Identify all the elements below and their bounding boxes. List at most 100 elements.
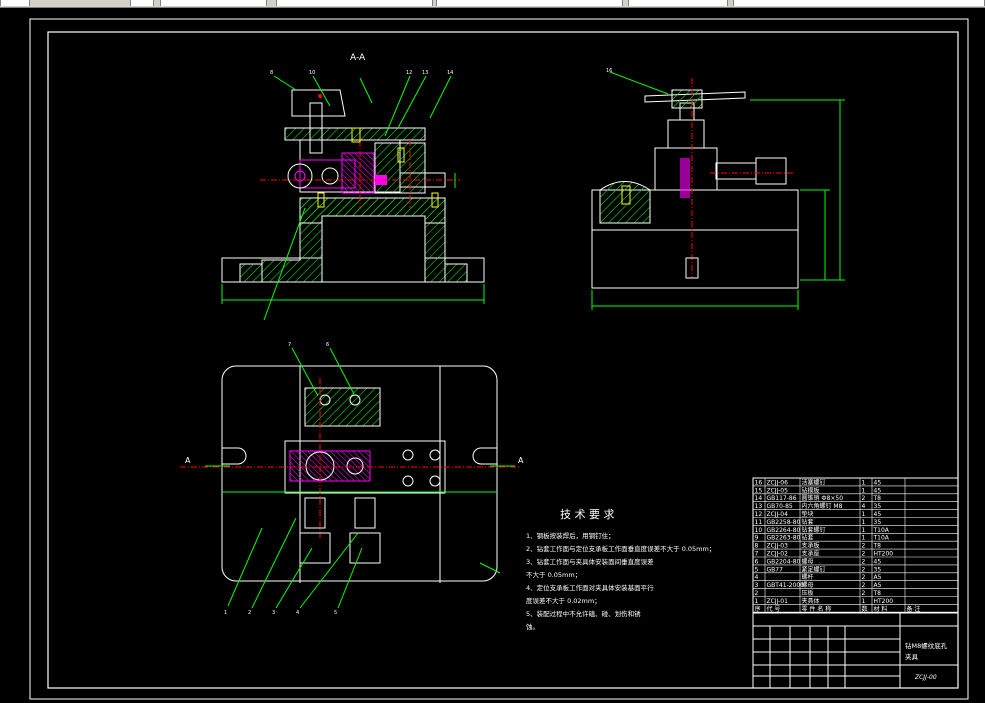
bom-cell-mat: HT200 — [874, 598, 894, 605]
bom-cell-qty: 2 — [862, 582, 866, 589]
bom-cell-no: 10 — [755, 527, 763, 534]
drawing-title-line2: 夹具 — [905, 652, 919, 661]
toolbar-field[interactable] — [276, 0, 433, 6]
front-section-view[interactable]: A-A 8 10 12 13 14 — [221, 53, 485, 321]
callout-16: 16 — [606, 68, 612, 74]
bom-header-cell: 材 料 — [874, 605, 888, 613]
bom-cell-qty: 2 — [862, 551, 866, 558]
bom-cell-mat: 45 — [874, 511, 882, 518]
bom-header-cell: 序 — [755, 605, 761, 613]
callout-12: 12 — [406, 70, 412, 76]
bom-cell-no: 9 — [755, 535, 759, 542]
bom-cell-qty: 2 — [862, 558, 866, 565]
bom-cell-qty: 1 — [862, 527, 866, 534]
bom-cell-mat: A5 — [874, 582, 882, 589]
cut-label-right: A — [518, 456, 524, 465]
bom-cell-name: 紧定螺钉 — [802, 565, 826, 573]
callout-5: 5 — [334, 610, 337, 616]
toolbar-field[interactable] — [160, 0, 267, 6]
bom-cell-no: 5 — [755, 566, 759, 573]
callout-8: 8 — [270, 70, 273, 76]
bom-cell-code: GB70-85 — [767, 503, 793, 510]
bom-cell-code: GB2204-80 — [767, 558, 801, 565]
callout-2: 2 — [248, 610, 251, 616]
bom-cell-qty: 2 — [862, 495, 866, 502]
bom-cell-code: ZCJJ-05 — [767, 487, 789, 494]
plan-view[interactable]: A A 1 2 3 4 5 6 7 — [180, 342, 524, 616]
bom-cell-no: 8 — [755, 543, 759, 550]
toolbar-field[interactable] — [130, 0, 154, 6]
callout-6: 6 — [326, 342, 329, 348]
bom-cell-no: 1 — [755, 598, 759, 605]
bom-cell-no: 15 — [755, 487, 763, 494]
bom-cell-qty: 1 — [862, 511, 866, 518]
bom-cell-no: 4 — [755, 574, 759, 581]
bom-cell-name: 压板 — [802, 589, 814, 597]
bom-cell-no: 6 — [755, 558, 759, 565]
bom-cell-no: 16 — [755, 479, 763, 486]
bom-cell-name: 支承板 — [802, 542, 820, 550]
tech-note-4: 不大于 0.05mm； — [526, 570, 581, 579]
toolbar-field[interactable] — [436, 0, 623, 6]
cad-drawing-area[interactable]: A-A 8 10 12 13 14 16 A A 1 2 3 4 5 6 7 技… — [0, 8, 985, 703]
bom-cell-qty: 1 — [862, 479, 866, 486]
drawing-title-line1: 钻M8螺纹底孔 — [905, 641, 948, 650]
bom-cell-no: 13 — [755, 503, 763, 510]
callout-1: 1 — [224, 610, 227, 616]
toolbar-field[interactable] — [733, 0, 985, 6]
bom-cell-mat: T8 — [873, 495, 882, 502]
tech-title: 技 术 要 求 — [560, 508, 615, 521]
bom-cell-code: GB2263-80 — [767, 535, 801, 542]
bom-cell-code: GB2258-80 — [767, 519, 801, 526]
bom-cell-no: 14 — [755, 495, 763, 502]
bom-cell-no: 2 — [755, 590, 759, 597]
bom-cell-code: GBT41-2000 — [767, 582, 805, 589]
cut-label-left: A — [185, 456, 191, 465]
callout-10: 10 — [309, 70, 315, 76]
bom-cell-name: 圆锥销 Ф8×50 — [802, 494, 844, 502]
bom-cell-name: 钻模板 — [802, 486, 820, 494]
bom-cell-code: ZCJJ-03 — [767, 543, 789, 550]
bom-cell-mat: 35 — [874, 519, 882, 526]
bom-cell-mat: T10A — [873, 527, 890, 534]
bom-cell-qty: 1 — [862, 535, 866, 542]
tech-note-8: 蚀。 — [526, 622, 539, 631]
bom-cell-name: 钻套 — [802, 534, 814, 542]
bom-cell-code: ZCJJ-02 — [767, 551, 789, 558]
bom-cell-qty: 2 — [862, 574, 866, 581]
technical-requirements: 技 术 要 求 1、钢板按装焊后，用钢钉住； 2、钻套工作面与定位支承板工作面垂… — [526, 508, 715, 631]
bom-cell-qty: 1 — [862, 598, 866, 605]
bom-cell-mat: HT200 — [874, 551, 894, 558]
bom-cell-name: 钻套螺钉 — [802, 526, 826, 534]
bom-cell-code: ZCJJ-04 — [767, 511, 789, 518]
bom-cell-name: 螺杆 — [802, 573, 814, 581]
callout-4: 4 — [296, 610, 299, 616]
bom-cell-qty: 1 — [862, 519, 866, 526]
bom-cell-mat: T8 — [873, 543, 882, 550]
bom-cell-name: 内六角螺钉 M8 — [802, 502, 843, 510]
title-block[interactable]: 钻M8螺纹底孔 夹具 ZCJJ-00 — [752, 612, 959, 689]
bom-cell-mat: 35 — [874, 503, 882, 510]
bom-cell-name: 活塞螺钉 — [802, 478, 826, 486]
bom-cell-mat: A5 — [874, 574, 882, 581]
callout-7: 7 — [288, 342, 291, 348]
bom-cell-mat: T8 — [873, 590, 882, 597]
bom-cell-qty: 2 — [862, 543, 866, 550]
callout-13: 13 — [422, 70, 428, 76]
bom-cell-code: ZCJJ-06 — [767, 479, 789, 486]
drawing-number: ZCJJ-00 — [914, 674, 937, 681]
toolbar-field[interactable] — [628, 0, 728, 6]
bom-cell-name: 螺母 — [802, 557, 814, 565]
bom-header-cell: 数 — [862, 605, 868, 613]
bill-of-materials[interactable]: 16 ZCJJ-06 活塞螺钉 1 4515 ZCJJ-05 钻模板 1 4514 GB117-8… — [752, 477, 959, 613]
bom-cell-name: 支承座 — [802, 550, 820, 558]
side-view[interactable]: 16 — [591, 68, 845, 310]
callout-3: 3 — [272, 610, 275, 616]
outer-border — [29, 18, 969, 700]
toolbar-field[interactable] — [0, 0, 30, 6]
bom-cell-code: GB117-86 — [767, 495, 797, 502]
bom-cell-no: 12 — [755, 511, 763, 518]
tech-note-3: 3、钻套工作面与夹具体安装面间垂直度误差 — [526, 557, 654, 566]
tech-note-5: 4、定位支承板工作面对夹具体安装基面平行 — [526, 583, 654, 592]
bom-cell-no: 3 — [755, 582, 759, 589]
